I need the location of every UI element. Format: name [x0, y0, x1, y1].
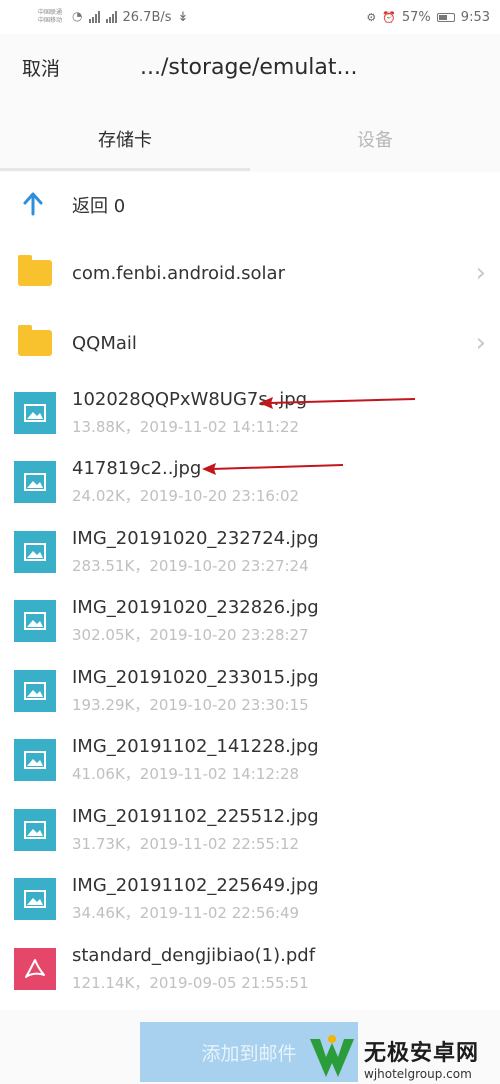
folder-row[interactable]: com.fenbi.android.solar ›: [0, 238, 500, 308]
file-text: IMG_20191020_232826.jpg 302.05K，2019-10-…: [72, 597, 319, 645]
folder-icon: [18, 325, 52, 356]
file-meta: 283.51K，2019-10-20 23:27:24: [72, 556, 309, 575]
file-name: IMG_20191020_232826.jpg: [72, 597, 319, 619]
image-file-icon: [14, 669, 56, 712]
network-speed: 26.7B/s: [122, 9, 172, 25]
file-name: IMG_20191102_225512.jpg: [72, 805, 319, 827]
file-row[interactable]: IMG_20191102_225512.jpg 31.73K，2019-11-0…: [0, 795, 500, 865]
image-file-icon: [14, 739, 56, 782]
file-text: IMG_20191102_225649.jpg 34.46K，2019-11-0…: [72, 875, 319, 923]
chevron-right-icon: ›: [475, 258, 486, 288]
storage-tabs: 存储卡 设备: [0, 100, 500, 172]
annotation-arrow-icon: [259, 397, 416, 409]
tab-storage-card[interactable]: 存储卡: [0, 100, 250, 172]
back-arrow-icon: [20, 190, 46, 220]
alarm-icon: ⏰: [382, 10, 396, 24]
clock: 9:53: [460, 9, 490, 25]
folder-row[interactable]: QQMail ›: [0, 308, 500, 378]
file-text: IMG_20191020_233015.jpg 193.29K，2019-10-…: [72, 667, 319, 715]
usb-icon: ↡: [177, 9, 189, 25]
image-file-icon: [14, 391, 56, 434]
file-name: standard_dengjibiao(1).pdf: [72, 944, 316, 966]
carrier-line-2: 中国移动: [38, 17, 63, 24]
file-row[interactable]: IMG_20191102_141228.jpg 41.06K，2019-11-0…: [0, 726, 500, 796]
image-file-icon: [14, 878, 56, 921]
image-file-icon: [14, 808, 56, 851]
image-file-icon: [14, 461, 56, 504]
site-watermark: 无极安卓网 wjhotelgroup.com: [306, 1032, 500, 1084]
signal-icon: [88, 11, 100, 23]
file-name: IMG_20191020_233015.jpg: [72, 666, 319, 688]
file-row[interactable]: IMG_20191020_233015.jpg 193.29K，2019-10-…: [0, 656, 500, 726]
tab-device-label: 设备: [357, 130, 393, 151]
file-text: IMG_20191020_232724.jpg 283.51K，2019-10-…: [72, 528, 319, 576]
status-right: ⚙ ⏰ 57% 9:53: [366, 10, 490, 25]
file-row[interactable]: IMG_20191020_232724.jpg 283.51K，2019-10-…: [0, 517, 500, 587]
tab-indicator: [0, 168, 250, 171]
file-meta: 13.88K，2019-11-02 14:11:22: [72, 417, 300, 436]
back-row[interactable]: 返回 0: [0, 172, 500, 238]
cancel-button[interactable]: 取消: [0, 54, 140, 81]
watermark-url: wjhotelgroup.com: [364, 1067, 472, 1081]
title-bar: 取消 .../storage/emulat...: [0, 34, 500, 100]
file-meta: 31.73K，2019-11-02 22:55:12: [72, 834, 300, 853]
folder-name: com.fenbi.android.solar: [72, 262, 285, 284]
tab-storage-card-label: 存储卡: [98, 130, 152, 151]
file-name: IMG_20191102_141228.jpg: [72, 736, 319, 758]
signal-icon-2: [105, 11, 117, 23]
file-text: standard_dengjibiao(1).pdf 121.14K，2019-…: [72, 945, 315, 993]
file-row[interactable]: IMG_20191020_232826.jpg 302.05K，2019-10-…: [0, 587, 500, 657]
file-meta: 121.14K，2019-09-05 21:55:51: [72, 973, 309, 992]
file-text: IMG_20191102_225512.jpg 31.73K，2019-11-0…: [72, 806, 319, 854]
watermark-name: 无极安卓网: [364, 1041, 480, 1066]
file-row[interactable]: IMG_20191102_225649.jpg 34.46K，2019-11-0…: [0, 865, 500, 935]
file-meta: 24.02K，2019-10-20 23:16:02: [72, 487, 300, 506]
carrier-info: 中国联通 中国移动: [38, 9, 62, 25]
watermark-logo-icon: [310, 1035, 354, 1077]
vibrate-icon: ⚙: [366, 10, 377, 24]
file-name: IMG_20191020_232724.jpg: [72, 527, 319, 549]
tab-device[interactable]: 设备: [250, 100, 500, 172]
folder-icon: [18, 255, 52, 286]
file-meta: 41.06K，2019-11-02 14:12:28: [72, 765, 300, 784]
file-text: IMG_20191102_141228.jpg 41.06K，2019-11-0…: [72, 736, 319, 784]
file-list: 返回 0 com.fenbi.android.solar › QQMail › …: [0, 172, 500, 1004]
file-meta: 302.05K，2019-10-20 23:28:27: [72, 626, 309, 645]
back-label: 返回 0: [72, 196, 126, 217]
battery-percent: 57%: [401, 9, 431, 25]
watermark-text: 无极安卓网 wjhotelgroup.com: [364, 1035, 479, 1081]
file-name: IMG_20191102_225649.jpg: [72, 875, 319, 897]
wifi-icon: ◔: [72, 9, 83, 23]
status-bar: 中国联通 中国移动 ◔ 26.7B/s ↡ ⚙ ⏰ 57% 9:53: [0, 0, 500, 34]
annotation-arrow-icon: [202, 463, 344, 475]
battery-icon: [436, 12, 455, 22]
status-left: 中国联通 中国移动 ◔ 26.7B/s ↡: [38, 9, 188, 25]
file-row[interactable]: standard_dengjibiao(1).pdf 121.14K，2019-…: [0, 934, 500, 1004]
folder-name: QQMail: [72, 332, 137, 354]
file-meta: 193.29K，2019-10-20 23:30:15: [72, 695, 309, 714]
file-row[interactable]: 102028QQPxW8UG7s..jpg 13.88K，2019-11-02 …: [0, 378, 500, 448]
image-file-icon: [14, 600, 56, 643]
pdf-file-icon: [14, 947, 56, 990]
image-file-icon: [14, 530, 56, 573]
file-meta: 34.46K，2019-11-02 22:56:49: [72, 904, 300, 923]
path-title: .../storage/emulat...: [140, 54, 358, 80]
chevron-right-icon: ›: [475, 328, 486, 358]
carrier-line-1: 中国联通: [38, 9, 63, 16]
